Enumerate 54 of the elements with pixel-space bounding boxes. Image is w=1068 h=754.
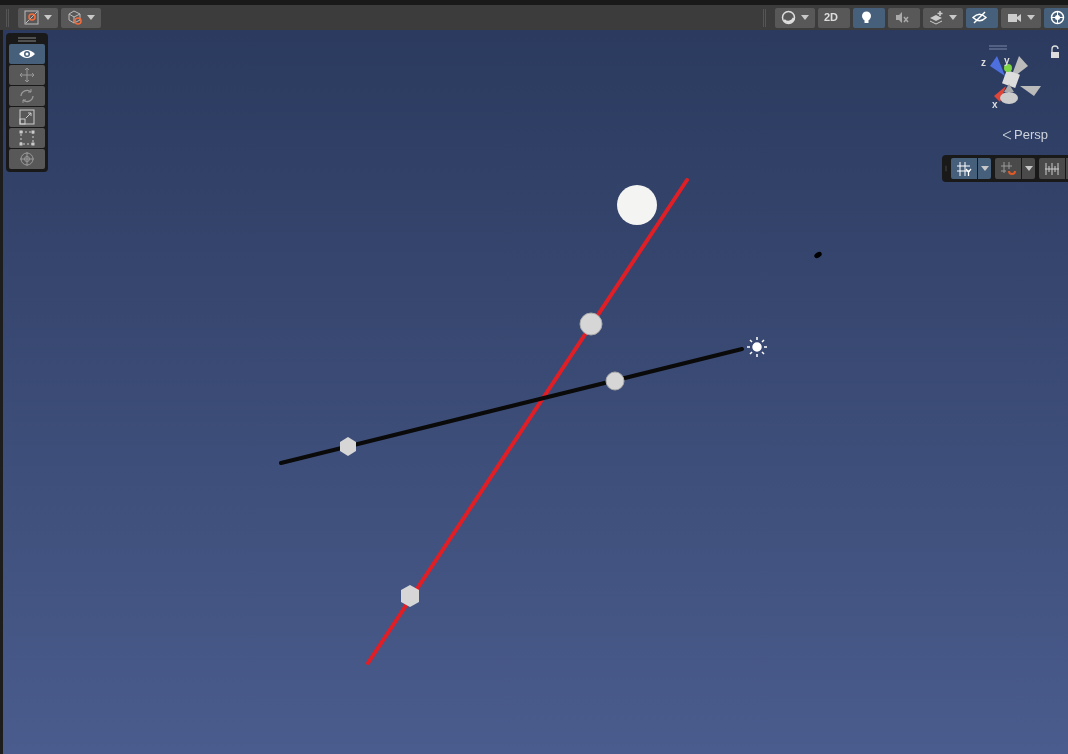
transform-icon xyxy=(18,151,36,167)
rotate-icon xyxy=(18,88,36,104)
orientation-gizmo-drawing[interactable] xyxy=(990,56,1041,104)
axis-label: z xyxy=(981,57,986,68)
shading-icon xyxy=(781,10,796,25)
toolbar-button[interactable] xyxy=(853,7,885,28)
caret-icon xyxy=(44,15,52,20)
caret-icon xyxy=(801,15,809,20)
caret-icon xyxy=(980,166,989,171)
sun-icon xyxy=(746,336,768,358)
toolbar-button[interactable]: 2D xyxy=(818,7,850,28)
dot xyxy=(814,252,822,258)
sphere xyxy=(605,371,625,391)
caret-icon xyxy=(87,15,95,20)
toolbar-button[interactable] xyxy=(951,158,991,179)
sphere xyxy=(617,185,657,225)
caret-icon xyxy=(1027,15,1035,20)
rect-tool-icon xyxy=(18,130,36,146)
light-bulb-icon xyxy=(859,10,874,25)
move-icon xyxy=(18,67,36,83)
increment-snap-icon xyxy=(1044,160,1060,177)
toolbar-button[interactable] xyxy=(61,7,101,28)
caret-icon xyxy=(1024,166,1033,171)
tool-button[interactable] xyxy=(9,128,45,148)
toolbar-button[interactable] xyxy=(995,158,1035,179)
hexagon-marker xyxy=(340,437,356,456)
sphere xyxy=(579,312,603,336)
lock-icon[interactable] xyxy=(1051,45,1059,58)
gizmo-icon xyxy=(1050,10,1065,25)
tool-button[interactable] xyxy=(9,44,45,64)
perspective-icon xyxy=(1002,129,1013,140)
axis-label: x xyxy=(992,99,998,110)
caret-icon xyxy=(949,15,957,20)
drag-handle-icon[interactable] xyxy=(988,45,1008,50)
hexagon-marker xyxy=(401,585,419,607)
drag-handle-icon xyxy=(18,36,36,42)
projection-toggle[interactable]: Persp xyxy=(1002,125,1048,145)
toolbar-button[interactable] xyxy=(1001,7,1041,28)
toolbar-button[interactable] xyxy=(18,7,58,28)
toolbar-button[interactable] xyxy=(1044,7,1068,28)
grid-axis-icon xyxy=(956,160,972,177)
axis-label: y xyxy=(1004,55,1010,66)
draw-mode-icon xyxy=(24,10,39,25)
toolbar-button[interactable] xyxy=(775,7,815,28)
toolbar-button[interactable] xyxy=(923,7,963,28)
toolbar-button[interactable] xyxy=(966,7,998,28)
layers-icon xyxy=(929,10,944,25)
audio-mute-icon xyxy=(894,10,909,25)
toolbar-button[interactable] xyxy=(1039,158,1068,179)
cube-icon xyxy=(67,10,82,25)
grid-snap-icon xyxy=(1000,160,1016,177)
scale-icon xyxy=(18,109,36,125)
tool-button[interactable] xyxy=(9,107,45,127)
hidden-eye-icon xyxy=(972,10,987,25)
